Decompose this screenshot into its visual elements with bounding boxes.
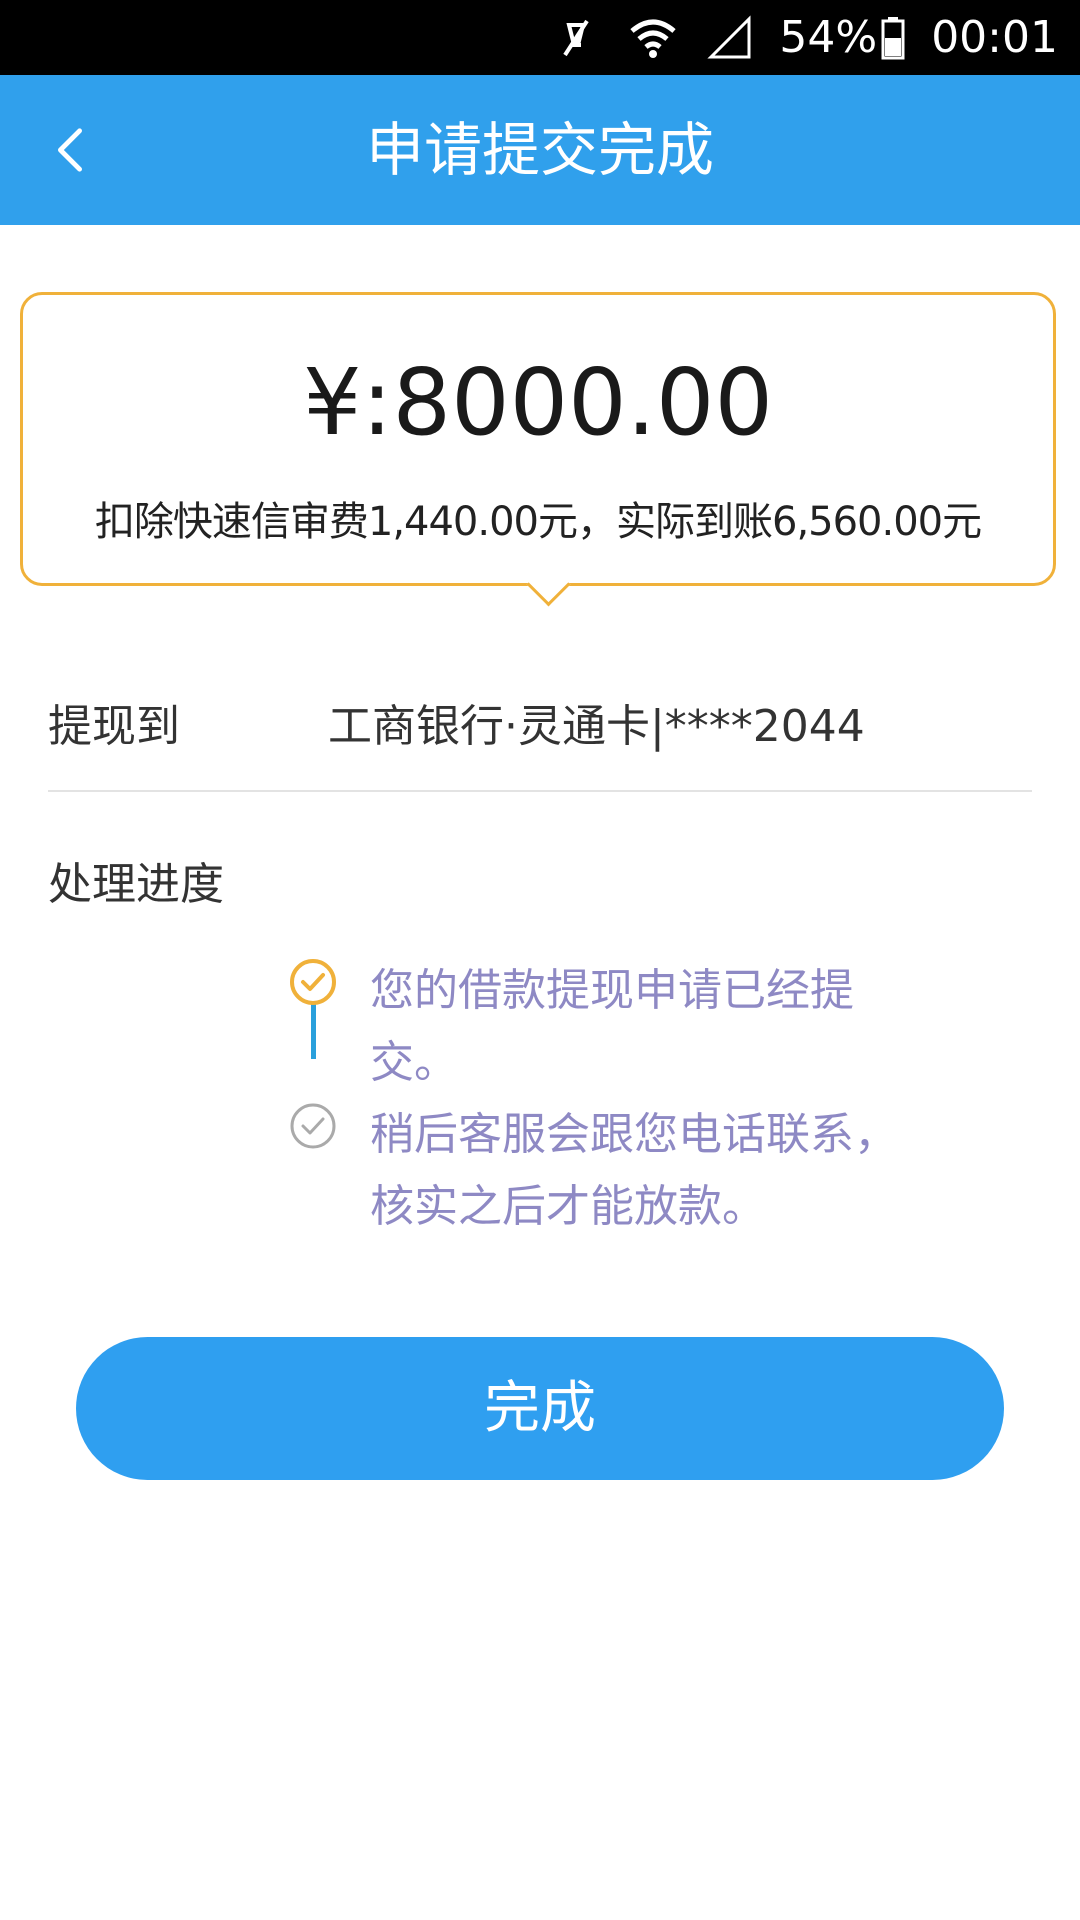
progress-title: 处理进度 xyxy=(48,859,224,910)
signal-icon xyxy=(707,14,751,58)
amount-card: ¥:8000.00 扣除快速信审费1,440.00元，实际到账6,560.00元 xyxy=(20,292,1056,607)
check-circle-icon xyxy=(290,959,336,1005)
battery-percent: 54% xyxy=(779,12,878,63)
progress-step-text: 您的借款提现申请已经提交。 xyxy=(370,965,854,1088)
battery-icon xyxy=(881,16,905,59)
progress-step-submitted: 您的借款提现申请已经提交。 xyxy=(288,955,928,1099)
bank-card-value: 工商银行·灵通卡|****2044 xyxy=(328,701,865,752)
status-bar: 54% 00:01 xyxy=(0,0,1080,75)
withdraw-label: 提现到 xyxy=(48,701,180,752)
clock: 00:01 xyxy=(931,12,1058,63)
withdraw-destination-row: 提现到 工商银行·灵通卡|****2044 xyxy=(48,680,1032,792)
app-bar: 申请提交完成 xyxy=(0,75,1080,225)
card-pointer xyxy=(526,562,571,607)
wifi-icon xyxy=(630,19,677,58)
progress-step-text: 稍后客服会跟您电话联系，核实之后才能放款。 xyxy=(370,1109,898,1232)
battery-indicator: 54% xyxy=(779,0,905,75)
mute-icon xyxy=(563,19,590,56)
fee-note: 扣除快速信审费1,440.00元，实际到账6,560.00元 xyxy=(94,499,982,545)
progress-step-pending: 稍后客服会跟您电话联系，核实之后才能放款。 xyxy=(288,1099,928,1243)
progress-steps: 您的借款提现申请已经提交。 稍后客服会跟您电话联系，核实之后才能放款。 xyxy=(288,955,928,1243)
status-icons: 54% 00:01 xyxy=(553,0,1058,75)
check-circle-icon xyxy=(290,1103,336,1149)
withdraw-amount: ¥:8000.00 xyxy=(303,349,773,456)
page-title: 申请提交完成 xyxy=(365,116,714,184)
done-button[interactable]: 完成 xyxy=(76,1337,1004,1480)
